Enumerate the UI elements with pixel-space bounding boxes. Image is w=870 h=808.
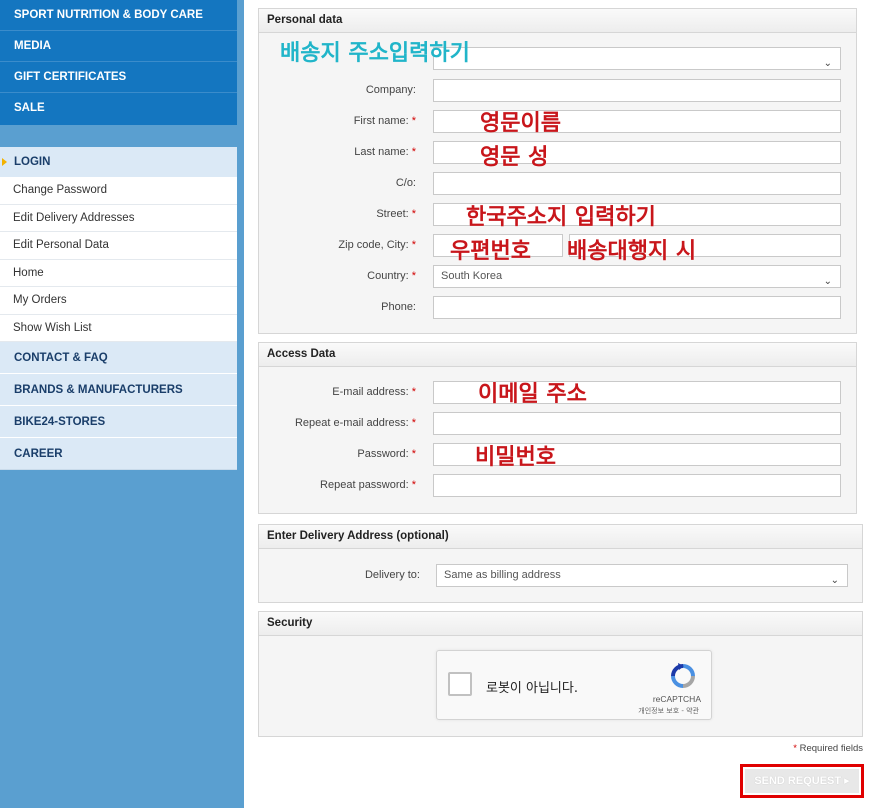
recaptcha-checkbox[interactable] [448, 672, 472, 696]
recaptcha-label: 로봇이 아닙니다. [486, 681, 578, 696]
nav-media[interactable]: MEDIA [0, 31, 237, 62]
recaptcha-links[interactable]: 개인정보 보호 - 약관 [638, 706, 699, 716]
chevron-down-icon: ⌄ [823, 276, 832, 287]
repeat-password-input[interactable] [433, 474, 841, 497]
recaptcha-brand: reCAPTCHA [652, 694, 701, 704]
co-label: C/o: [395, 177, 416, 189]
email-input[interactable] [433, 381, 841, 404]
sidebar: SPORT NUTRITION & BODY CARE MEDIA GIFT C… [0, 0, 244, 808]
access-data-panel: Access Data E-mail address: * Repeat e-ma… [258, 342, 857, 514]
company-row: Company: [259, 79, 856, 103]
last-name-input[interactable] [433, 141, 841, 164]
account-nav: LOGIN Change Password Edit Delivery Addr… [0, 147, 237, 470]
nav-sale[interactable]: SALE [0, 93, 237, 125]
country-select[interactable]: South Korea ⌄ [433, 265, 841, 288]
phone-label: Phone: [381, 301, 416, 313]
email-row: E-mail address: * [259, 381, 856, 405]
delivery-to-value: Same as billing address [444, 569, 561, 581]
required-mark: * [411, 208, 416, 220]
delivery-to-row: Delivery to: Same as billing address ⌄ [259, 564, 862, 588]
required-mark: * [411, 239, 416, 251]
nav-sport-nutrition[interactable]: SPORT NUTRITION & BODY CARE [0, 0, 237, 31]
nav-career[interactable]: CAREER [0, 438, 237, 470]
required-mark: * [411, 417, 416, 429]
street-row: Street: * [259, 203, 856, 227]
nav-home[interactable]: Home [0, 259, 237, 287]
delivery-to-label: Delivery to: [364, 569, 420, 581]
delivery-to-select[interactable]: Same as billing address ⌄ [436, 564, 848, 587]
security-title: Security [259, 612, 862, 636]
nav-contact-faq[interactable]: CONTACT & FAQ [0, 342, 237, 374]
country-value: South Korea [441, 270, 503, 282]
nav-login[interactable]: LOGIN [0, 147, 237, 177]
repeat-email-label: Repeat e-mail address: * [294, 417, 416, 429]
last-name-row: Last name: * [259, 141, 856, 165]
personal-data-panel: Personal data ⌄ Company: First name: * La… [258, 8, 857, 334]
chevron-down-icon: ⌄ [823, 58, 832, 69]
required-mark: * [411, 270, 416, 282]
zip-city-label: Zip code, City: * [338, 239, 416, 251]
repeat-password-label: Repeat password: * [320, 479, 416, 491]
nav-brands-manufacturers[interactable]: BRANDS & MANUFACTURERS [0, 374, 237, 406]
personal-data-title: Personal data [259, 9, 856, 33]
password-input[interactable] [433, 443, 841, 466]
repeat-email-input[interactable] [433, 412, 841, 435]
password-label: Password: * [357, 448, 416, 460]
nav-change-password[interactable]: Change Password [0, 177, 237, 205]
recaptcha-logo-icon [671, 663, 695, 688]
country-row: Country: * South Korea ⌄ [259, 265, 856, 289]
country-label: Country: * [367, 270, 416, 282]
zip-input[interactable] [433, 234, 563, 257]
phone-row: Phone: [259, 296, 856, 320]
repeat-email-row: Repeat e-mail address: * [259, 412, 856, 436]
required-mark: * [411, 386, 416, 398]
chevron-down-icon: ⌄ [830, 575, 839, 586]
required-fields-note: * Required fields [793, 743, 863, 754]
nav-my-orders[interactable]: My Orders [0, 287, 237, 315]
delivery-address-title: Enter Delivery Address (optional) [259, 525, 862, 549]
nav-login-label: LOGIN [14, 156, 51, 168]
send-request-highlight: SEND REQUEST ▸ [740, 764, 864, 798]
required-mark: * [411, 146, 416, 158]
salutation-select[interactable]: ⌄ [433, 47, 841, 70]
nav-bike24-stores[interactable]: BIKE24-STORES [0, 406, 237, 438]
first-name-row: First name: * [259, 110, 856, 134]
co-input[interactable] [433, 172, 841, 195]
required-mark: * [411, 479, 416, 491]
nav-edit-delivery-addresses[interactable]: Edit Delivery Addresses [0, 204, 237, 232]
street-label: Street: * [376, 208, 416, 220]
password-row: Password: * [259, 443, 856, 467]
sidebar-top-nav: SPORT NUTRITION & BODY CARE MEDIA GIFT C… [0, 0, 237, 125]
first-name-label: First name: * [353, 115, 416, 127]
email-label: E-mail address: * [332, 386, 416, 398]
send-request-button[interactable]: SEND REQUEST ▸ [745, 769, 859, 793]
required-mark: * [411, 115, 416, 127]
phone-input[interactable] [433, 296, 841, 319]
first-name-input[interactable] [433, 110, 841, 133]
last-name-label: Last name: * [354, 146, 416, 158]
company-input[interactable] [433, 79, 841, 102]
co-row: C/o: [259, 172, 856, 196]
city-input[interactable] [569, 234, 841, 257]
zip-city-row: Zip code, City: * [259, 234, 856, 258]
access-data-title: Access Data [259, 343, 856, 367]
salutation-row: ⌄ [259, 47, 856, 71]
active-arrow-icon [2, 158, 7, 166]
company-label: Company: [365, 84, 416, 96]
required-mark: * [411, 448, 416, 460]
nav-gift-certificates[interactable]: GIFT CERTIFICATES [0, 62, 237, 93]
delivery-address-panel: Enter Delivery Address (optional) Delive… [258, 524, 863, 603]
nav-show-wish-list[interactable]: Show Wish List [0, 314, 237, 342]
security-panel: Security 로봇이 아닙니다. reCAPTCHA 개인정보 보호 - 약… [258, 611, 863, 737]
repeat-password-row: Repeat password: * [259, 474, 856, 498]
nav-edit-personal-data[interactable]: Edit Personal Data [0, 232, 237, 260]
street-input[interactable] [433, 203, 841, 226]
recaptcha-widget: 로봇이 아닙니다. reCAPTCHA 개인정보 보호 - 약관 [436, 650, 712, 720]
